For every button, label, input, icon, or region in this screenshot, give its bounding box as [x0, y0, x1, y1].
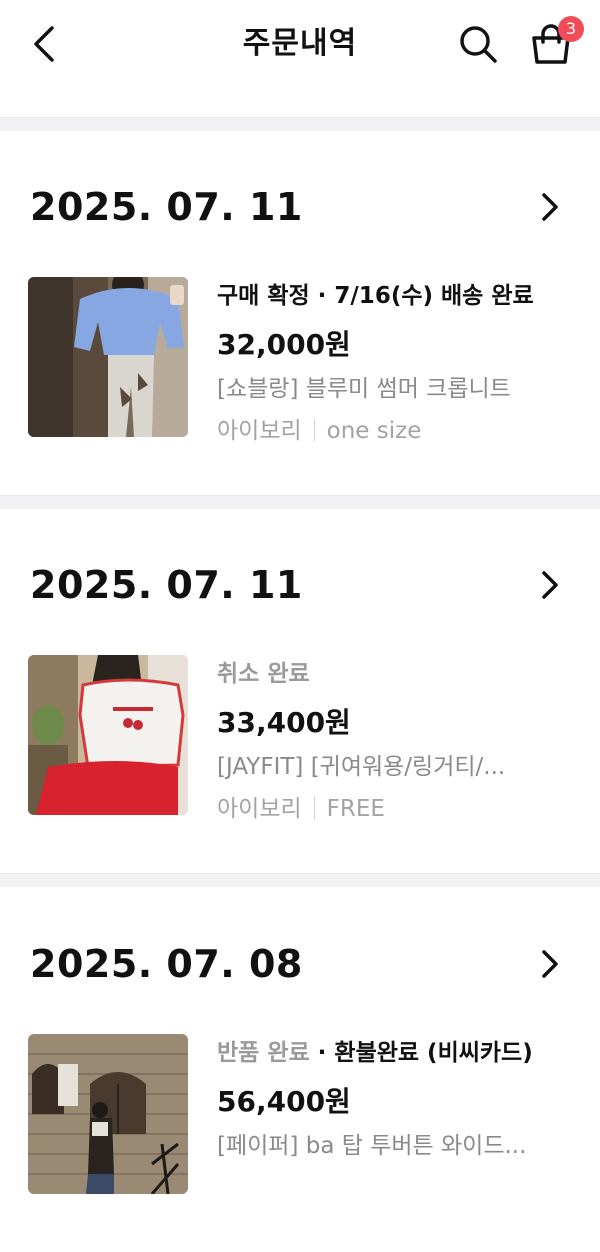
search-icon[interactable]: [456, 22, 500, 66]
status-label: 반품 완료: [217, 1040, 310, 1066]
product-option: 아이보리 FREE: [217, 793, 385, 825]
product-name[interactable]: [JAYFIT] [귀여워용/링거티/...: [217, 751, 547, 783]
order-date: 2025. 07. 08: [30, 942, 303, 986]
section-divider: [0, 495, 600, 509]
order-card[interactable]: 2025. 07. 11 취소 완료 33,400원 [JAYFIT] [귀여워…: [0, 509, 600, 873]
order-status: 구매 확정 · 7/16(수) 배송 완료: [217, 281, 534, 311]
status-detail: · 환불완료 (비씨카드): [309, 1040, 533, 1066]
status-label: 취소 완료: [217, 661, 310, 687]
order-date: 2025. 07. 11: [30, 185, 303, 229]
product-name[interactable]: [페이퍼] ba 탑 투버튼 와이드...: [217, 1130, 547, 1162]
chevron-right-icon[interactable]: [532, 189, 568, 225]
order-price: 32,000원: [217, 328, 351, 361]
app-header: 주문내역 3: [0, 0, 600, 117]
order-card[interactable]: 2025. 07. 11 구매 확정 · 7/16(수) 배송 완료 32,00…: [0, 131, 600, 495]
chevron-right-icon[interactable]: [532, 567, 568, 603]
order-status: 반품 완료 · 환불완료 (비씨카드): [217, 1038, 533, 1068]
chevron-left-icon[interactable]: [24, 22, 68, 66]
option-divider: [313, 419, 315, 441]
product-thumbnail[interactable]: [28, 277, 188, 437]
product-thumbnail[interactable]: [28, 1034, 188, 1194]
status-label: 구매 확정: [217, 283, 310, 309]
product-name[interactable]: [쇼블랑] 블루미 썸머 크롭니트: [217, 373, 547, 405]
option-divider: [313, 797, 315, 819]
cart-count-badge: 3: [558, 16, 584, 42]
product-option: 아이보리 one size: [217, 415, 421, 447]
option-size: FREE: [326, 796, 385, 822]
order-price: 56,400원: [217, 1085, 351, 1118]
order-card[interactable]: 2025. 07. 08 반품 완료 · 환불완료 (비씨카드) 56,400원…: [0, 888, 600, 1252]
option-size: one size: [326, 418, 422, 444]
product-thumbnail[interactable]: [28, 655, 188, 815]
section-divider: [0, 117, 600, 131]
order-date: 2025. 07. 11: [30, 563, 303, 607]
order-price: 33,400원: [217, 706, 351, 739]
option-color: 아이보리: [217, 418, 302, 444]
page-title: 주문내역: [242, 26, 358, 61]
chevron-right-icon[interactable]: [532, 946, 568, 982]
order-status: 취소 완료: [217, 659, 310, 689]
option-color: 아이보리: [217, 796, 302, 822]
status-detail: · 7/16(수) 배송 완료: [309, 283, 534, 309]
section-divider: [0, 873, 600, 887]
